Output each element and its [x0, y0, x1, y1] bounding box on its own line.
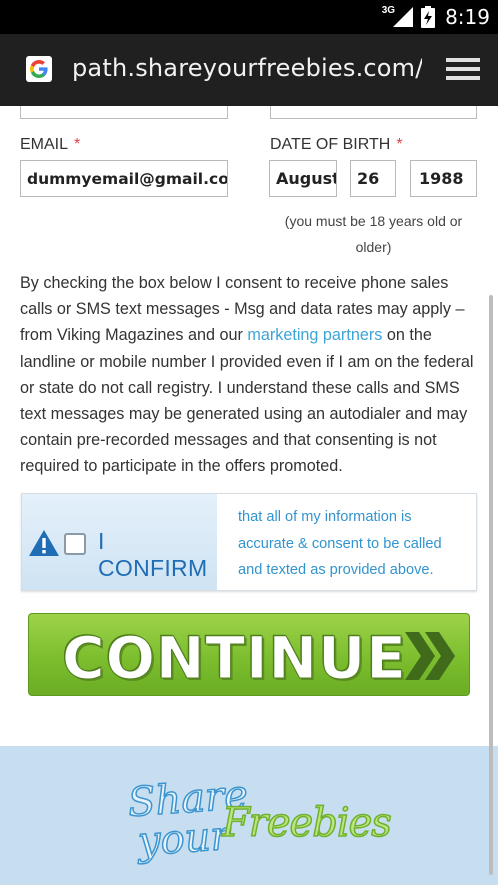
share-your-freebies-logo[interactable]: Share your Freebies	[124, 770, 393, 866]
dob-month-select[interactable]: August	[269, 160, 337, 197]
continue-button[interactable]: CONTINUE	[28, 613, 470, 696]
dob-day-select[interactable]: 26	[350, 160, 396, 197]
logo-freebies-text: Freebies	[221, 799, 392, 847]
confirm-checkbox[interactable]	[64, 533, 86, 555]
browser-toolbar: path.shareyourfreebies.com/?tr	[0, 34, 498, 106]
age-requirement-note: (you must be 18 years old or older)	[284, 213, 463, 255]
warning-icon	[29, 530, 59, 556]
status-bar: 3G 8:19	[0, 0, 498, 34]
email-label: EMAIL *	[20, 136, 80, 154]
confirm-label[interactable]: I CONFIRM	[98, 528, 217, 582]
confirm-consent-box: I CONFIRM that all of my information is …	[21, 493, 477, 591]
url-text[interactable]: path.shareyourfreebies.com/?tr	[72, 54, 422, 82]
page-scrollbar[interactable]	[489, 295, 493, 875]
signal-icon	[393, 7, 414, 27]
tab-switcher-icon[interactable]	[446, 56, 480, 82]
consent-text: By checking the box below I consent to r…	[20, 270, 482, 480]
status-icons: 3G 8:19	[382, 0, 490, 34]
network-type: 3G	[381, 4, 396, 16]
double-chevron-right-icon	[405, 632, 455, 680]
email-field[interactable]: dummyemail@gmail.com	[20, 160, 228, 197]
required-asterisk: *	[396, 136, 403, 153]
previous-field-left[interactable]	[20, 106, 228, 119]
logo-your-text: your	[136, 812, 232, 866]
dob-label-text: DATE OF BIRTH	[270, 136, 391, 153]
marketing-partners-link[interactable]: marketing partners	[247, 326, 382, 344]
clock: 8:19	[445, 5, 490, 29]
required-asterisk: *	[74, 136, 81, 153]
email-label-text: EMAIL	[20, 136, 69, 153]
dob-label: DATE OF BIRTH *	[270, 136, 403, 154]
dob-year-select[interactable]: 1988	[410, 160, 477, 197]
confirm-description: that all of my information is accurate &…	[238, 509, 442, 578]
battery-charging-icon	[421, 6, 436, 28]
continue-button-label: CONTINUE	[62, 624, 407, 693]
google-g-icon[interactable]	[26, 56, 52, 82]
consent-text-part: on the landline or mobile number I provi…	[20, 326, 474, 476]
footer: Share your Freebies	[0, 746, 498, 885]
confirm-checkbox-area[interactable]: I CONFIRM	[22, 494, 217, 590]
previous-field-right[interactable]	[270, 106, 477, 119]
